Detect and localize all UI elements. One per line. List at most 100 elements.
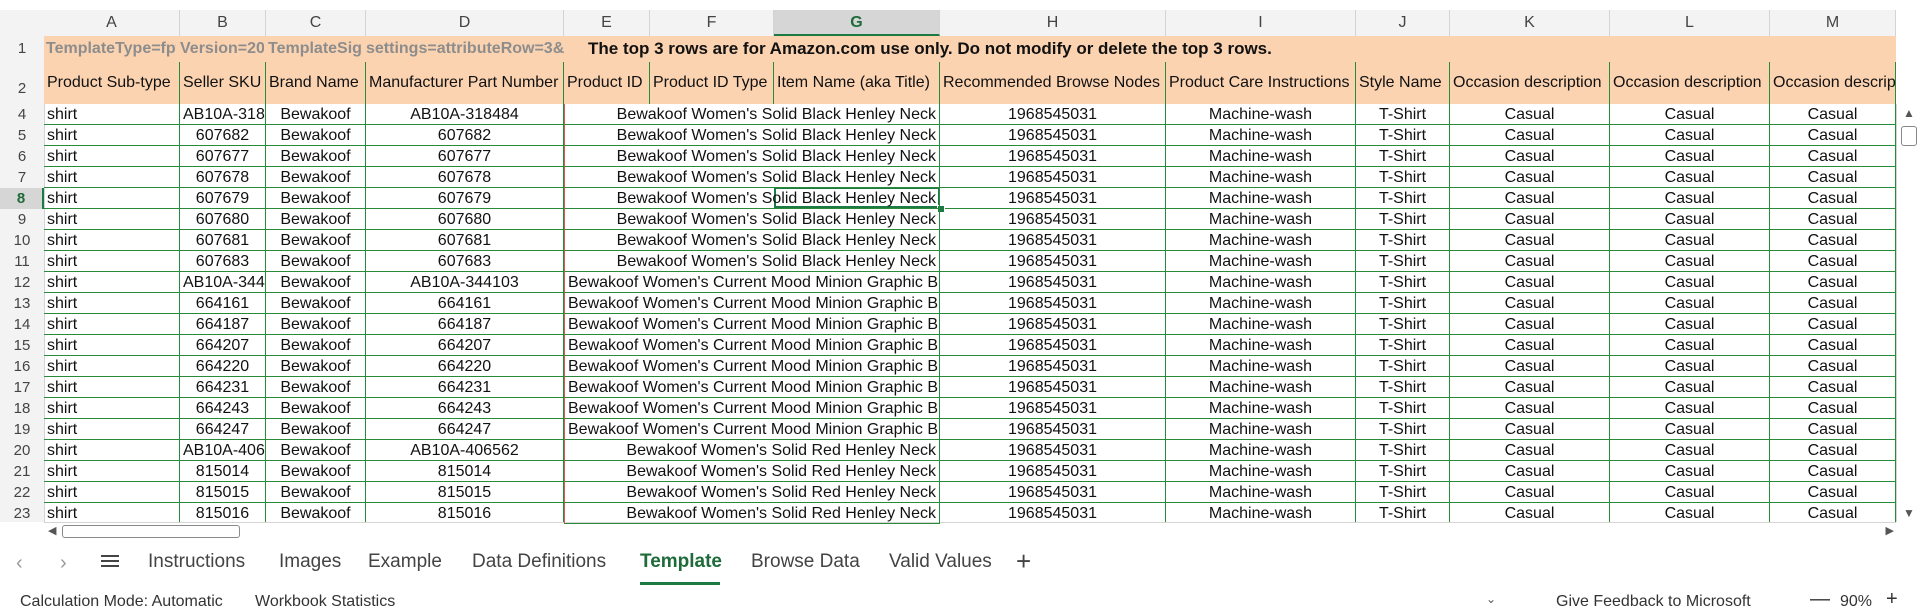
table-cell-h[interactable]: 1968545031 — [940, 377, 1166, 398]
table-cell-k[interactable]: Casual — [1450, 419, 1610, 440]
sheet-tab-template[interactable]: Template — [640, 551, 722, 573]
zoom-in-button[interactable]: + — [1886, 588, 1898, 611]
table-cell-b[interactable]: 664207 — [180, 335, 266, 356]
table-cell-i[interactable]: Machine-wash — [1166, 398, 1356, 419]
table-cell-l[interactable]: Casual — [1610, 188, 1770, 209]
table-cell-k[interactable]: Casual — [1450, 146, 1610, 167]
table-cell-j[interactable]: T-Shirt — [1356, 230, 1450, 251]
row1-banner[interactable]: The top 3 rows are for Amazon.com use on… — [588, 36, 1272, 62]
table-cell-h[interactable]: 1968545031 — [940, 230, 1166, 251]
table-cell-c[interactable]: Bewakoof — [266, 188, 366, 209]
table-cell-a[interactable]: shirt — [44, 209, 180, 230]
table-cell-j[interactable]: T-Shirt — [1356, 104, 1450, 125]
table-cell-c[interactable]: Bewakoof — [266, 230, 366, 251]
table-cell-c[interactable]: Bewakoof — [266, 272, 366, 293]
table-cell-h[interactable]: 1968545031 — [940, 314, 1166, 335]
table-cell-j[interactable]: T-Shirt — [1356, 335, 1450, 356]
table-cell-l[interactable]: Casual — [1610, 314, 1770, 335]
table-cell-a[interactable]: shirt — [44, 146, 180, 167]
table-cell-a[interactable]: shirt — [44, 272, 180, 293]
table-cell-c[interactable]: Bewakoof — [266, 356, 366, 377]
calculation-mode[interactable]: Calculation Mode: Automatic — [20, 593, 223, 611]
table-cell-m[interactable]: Casual — [1770, 461, 1896, 482]
table-cell-g[interactable]: Bewakoof Women's Solid Black Henley Neck — [564, 230, 940, 251]
table-cell-d[interactable]: AB10A-406562 — [366, 440, 564, 461]
table-cell-a[interactable]: shirt — [44, 419, 180, 440]
sheet-tab-browse-data[interactable]: Browse Data — [751, 551, 860, 573]
table-cell-g[interactable]: Bewakoof Women's Solid Black Henley Neck — [564, 125, 940, 146]
table-cell-k[interactable]: Casual — [1450, 167, 1610, 188]
row-header-18[interactable]: 18 — [0, 398, 44, 419]
table-cell-b[interactable]: 664247 — [180, 419, 266, 440]
table-cell-l[interactable]: Casual — [1610, 440, 1770, 461]
table-cell-a[interactable]: shirt — [44, 314, 180, 335]
table-cell-d[interactable]: 607678 — [366, 167, 564, 188]
table-cell-k[interactable]: Casual — [1450, 398, 1610, 419]
scroll-left-icon[interactable]: ◀ — [48, 523, 56, 538]
table-cell-c[interactable]: Bewakoof — [266, 314, 366, 335]
table-cell-l[interactable]: Casual — [1610, 398, 1770, 419]
table-cell-d[interactable]: 664243 — [366, 398, 564, 419]
header-cell-a[interactable]: Product Sub-type — [44, 62, 180, 104]
table-cell-k[interactable]: Casual — [1450, 356, 1610, 377]
table-cell-a[interactable]: shirt — [44, 503, 180, 524]
scroll-right-icon[interactable]: ▶ — [1886, 523, 1894, 538]
table-cell-m[interactable]: Casual — [1770, 377, 1896, 398]
table-cell-h[interactable]: 1968545031 — [940, 209, 1166, 230]
table-cell-i[interactable]: Machine-wash — [1166, 251, 1356, 272]
header-cell-b[interactable]: Seller SKU — [180, 62, 266, 104]
table-cell-d[interactable]: 664187 — [366, 314, 564, 335]
table-cell-d[interactable]: 607681 — [366, 230, 564, 251]
table-cell-b[interactable]: 664187 — [180, 314, 266, 335]
table-cell-a[interactable]: shirt — [44, 293, 180, 314]
row-header-12[interactable]: 12 — [0, 272, 44, 293]
hamburger-menu-icon[interactable] — [101, 552, 119, 570]
table-cell-b[interactable]: 607679 — [180, 188, 266, 209]
table-cell-d[interactable]: 664231 — [366, 377, 564, 398]
table-cell-c[interactable]: Bewakoof — [266, 377, 366, 398]
table-cell-d[interactable]: 607677 — [366, 146, 564, 167]
table-cell-b[interactable]: 815015 — [180, 482, 266, 503]
table-cell-a[interactable]: shirt — [44, 251, 180, 272]
table-cell-j[interactable]: T-Shirt — [1356, 293, 1450, 314]
table-cell-b[interactable]: 607680 — [180, 209, 266, 230]
table-cell-b[interactable]: AB10A-318484 — [180, 104, 266, 125]
table-cell-i[interactable]: Machine-wash — [1166, 356, 1356, 377]
table-cell-i[interactable]: Machine-wash — [1166, 230, 1356, 251]
header-cell-g[interactable]: Item Name (aka Title) — [774, 62, 940, 104]
table-cell-d[interactable]: 664247 — [366, 419, 564, 440]
table-cell-b[interactable]: 664231 — [180, 377, 266, 398]
chevron-left-icon[interactable]: ‹ — [16, 552, 23, 575]
table-cell-h[interactable]: 1968545031 — [940, 293, 1166, 314]
table-cell-m[interactable]: Casual — [1770, 188, 1896, 209]
table-cell-h[interactable]: 1968545031 — [940, 251, 1166, 272]
table-cell-k[interactable]: Casual — [1450, 461, 1610, 482]
header-cell-i[interactable]: Product Care Instructions — [1166, 62, 1356, 104]
chevron-down-icon[interactable]: ⌄ — [1486, 592, 1496, 606]
table-cell-l[interactable]: Casual — [1610, 251, 1770, 272]
table-cell-g[interactable]: Bewakoof Women's Solid Black Henley Neck — [564, 104, 940, 125]
table-cell-h[interactable]: 1968545031 — [940, 503, 1166, 524]
column-header-f[interactable]: F — [650, 10, 774, 36]
table-cell-j[interactable]: T-Shirt — [1356, 482, 1450, 503]
table-cell-h[interactable]: 1968545031 — [940, 188, 1166, 209]
table-cell-l[interactable]: Casual — [1610, 146, 1770, 167]
row-header-8[interactable]: 8 — [0, 188, 44, 209]
header-cell-m[interactable]: Occasion description — [1770, 62, 1896, 104]
table-cell-k[interactable]: Casual — [1450, 482, 1610, 503]
column-header-h[interactable]: H — [940, 10, 1166, 36]
table-cell-h[interactable]: 1968545031 — [940, 356, 1166, 377]
table-cell-k[interactable]: Casual — [1450, 377, 1610, 398]
table-cell-h[interactable]: 1968545031 — [940, 461, 1166, 482]
table-cell-l[interactable]: Casual — [1610, 335, 1770, 356]
table-cell-l[interactable]: Casual — [1610, 167, 1770, 188]
table-cell-b[interactable]: AB10A-406562 — [180, 440, 266, 461]
sheet-tab-valid-values[interactable]: Valid Values — [889, 551, 992, 573]
row1-template-signature[interactable]: TemplateSignature= — [268, 36, 362, 62]
table-cell-c[interactable]: Bewakoof — [266, 419, 366, 440]
table-cell-a[interactable]: shirt — [44, 104, 180, 125]
table-cell-i[interactable]: Machine-wash — [1166, 146, 1356, 167]
row-header-21[interactable]: 21 — [0, 461, 44, 482]
row-header-20[interactable]: 20 — [0, 440, 44, 461]
column-header-c[interactable]: C — [266, 10, 366, 36]
